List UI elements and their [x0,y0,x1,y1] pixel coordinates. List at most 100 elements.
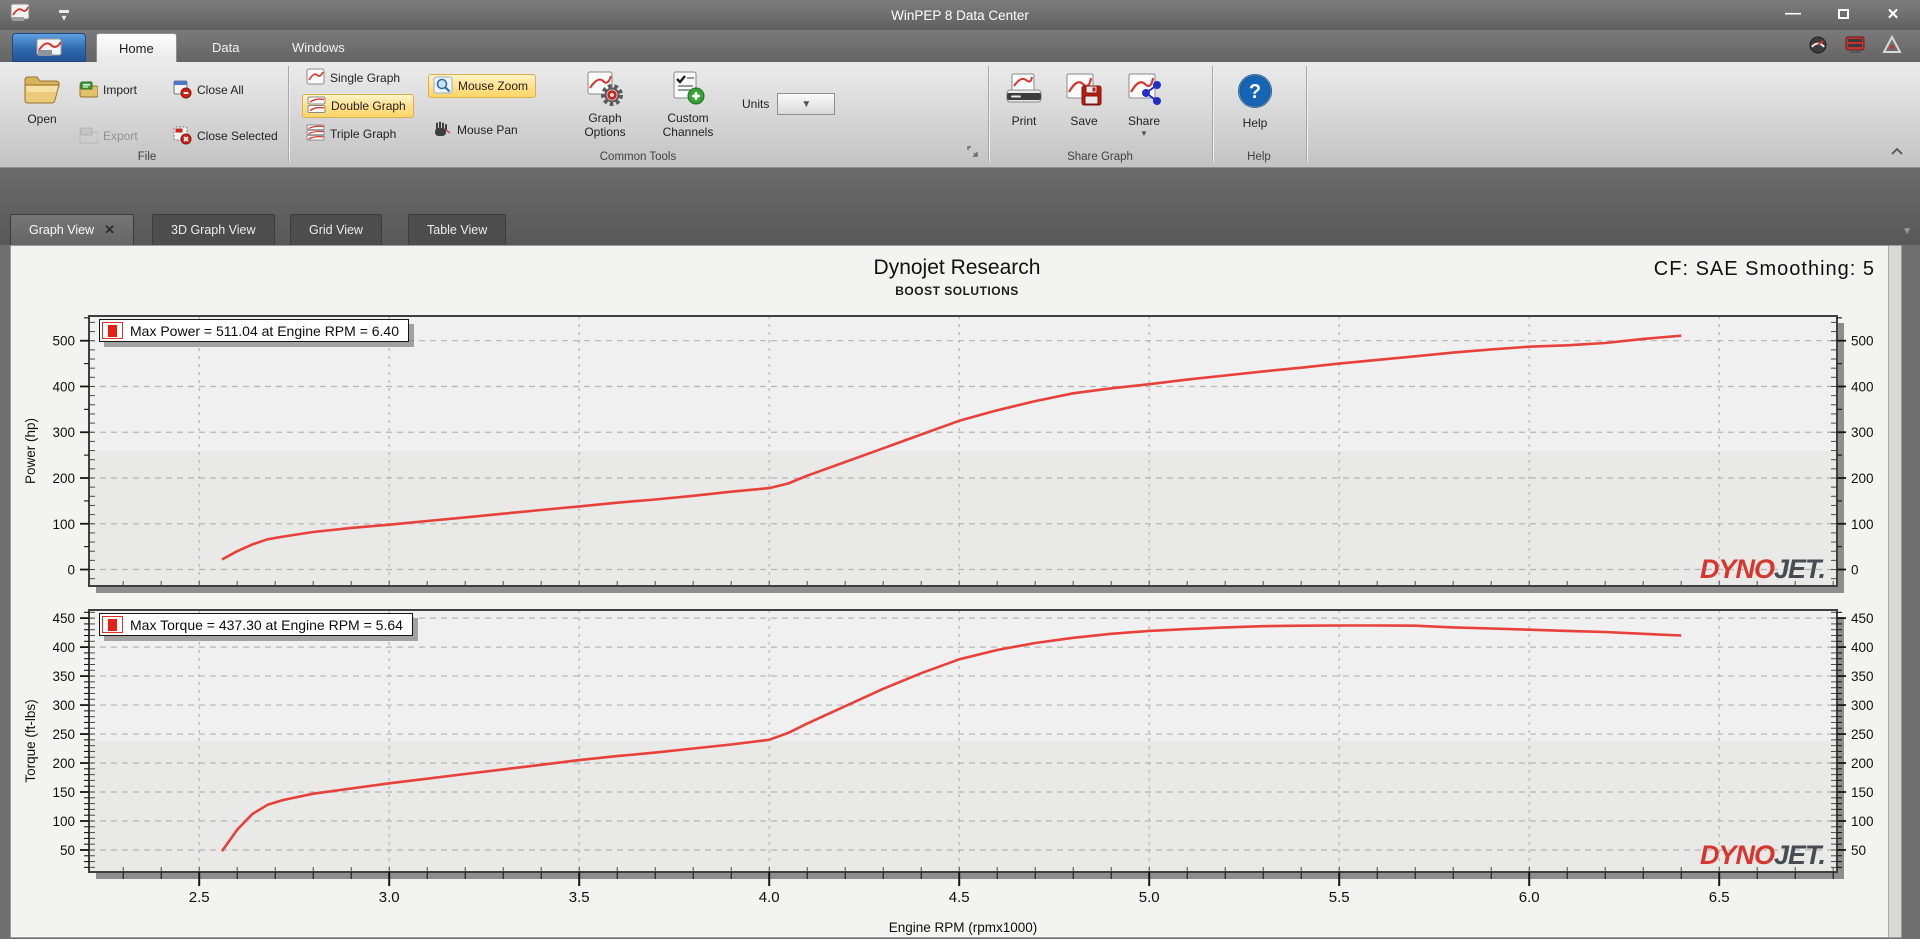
minimize-button[interactable]: — [1780,4,1806,24]
svg-text:450: 450 [52,611,75,626]
svg-text:400: 400 [52,640,75,655]
single-graph-icon [306,68,325,88]
print-button[interactable]: Print [998,68,1050,132]
svg-text:3.5: 3.5 [569,889,590,906]
device-icon[interactable] [1844,35,1866,60]
torque-legend-text: Max Torque = 437.30 at Engine RPM = 5.64 [130,617,403,633]
file-group-label: File [8,151,286,163]
tab-overflow-icon[interactable]: ▼ [1902,226,1912,237]
torque-legend[interactable]: Max Torque = 437.30 at Engine RPM = 5.64 [99,613,413,636]
help-icon: ? [1236,72,1274,113]
ribbon-collapse-icon[interactable] [1890,143,1904,161]
ribbon-tab-home[interactable]: Home [96,33,177,62]
svg-text:100: 100 [52,517,75,532]
window-title: WinPEP 8 Data Center [0,8,1920,23]
triple-graph-button[interactable]: Triple Graph [302,122,403,146]
save-icon [1064,72,1104,111]
units-label: Units [742,97,769,111]
close-all-icon [172,79,192,102]
close-button[interactable]: ✕ [1880,4,1906,24]
svg-text:500: 500 [1851,334,1874,349]
chart-subtitle: BOOST SOLUTIONS [11,284,1903,298]
ribbon-group-share-graph: Print Save Share ▼ Share Graph [990,62,1210,167]
mouse-pan-button[interactable]: Mouse Pan [428,118,525,142]
tab-table-view[interactable]: Table View [408,214,506,245]
gauge-icon[interactable] [1808,35,1828,60]
svg-text:50: 50 [1851,843,1866,858]
tab-3d-graph-view[interactable]: 3D Graph View [152,214,275,245]
power-chart[interactable]: DYNOJET.00100100200200300300400400500500… [11,308,1903,604]
correction-factor-label: CF: SAE Smoothing: 5 [1654,258,1875,281]
triple-graph-icon [306,124,325,144]
svg-text:4.0: 4.0 [759,889,780,906]
svg-text:300: 300 [52,425,75,440]
svg-text:100: 100 [52,814,75,829]
svg-text:300: 300 [1851,425,1874,440]
share-dropdown-arrow-icon: ▼ [1140,129,1148,138]
svg-text:5.5: 5.5 [1329,889,1350,906]
y-axis-title: Torque (ft-lbs) [23,699,38,782]
chart-title: Dynojet Research [11,256,1903,280]
double-graph-button[interactable]: Double Graph [302,94,414,118]
svg-text:3.0: 3.0 [379,889,400,906]
svg-text:150: 150 [52,785,75,800]
open-button[interactable]: Open [16,68,68,130]
svg-text:5.0: 5.0 [1139,889,1160,906]
single-graph-button[interactable]: Single Graph [302,66,407,90]
power-legend[interactable]: Max Power = 511.04 at Engine RPM = 6.40 [99,319,409,342]
maximize-button[interactable] [1830,4,1856,24]
ribbon: Open Import Export Close All Close Selec… [0,62,1920,168]
share-button[interactable]: Share ▼ [1118,68,1170,142]
custom-channels-button[interactable]: Custom Channels [650,66,726,144]
share-graph-group-label: Share Graph [990,151,1210,163]
common-tools-group-label: Common Tools [290,151,986,163]
units-dropdown[interactable]: ▼ [777,93,835,115]
dialog-launcher-icon[interactable] [967,144,978,162]
svg-text:150: 150 [1851,785,1874,800]
svg-text:300: 300 [1851,698,1874,713]
tab-graph-view[interactable]: Graph View ✕ [10,214,134,245]
tab-grid-view[interactable]: Grid View [290,214,382,245]
close-all-button[interactable]: Close All [168,78,251,102]
export-button[interactable]: Export [74,124,145,148]
graph-options-icon [586,70,624,109]
close-selected-button[interactable]: Close Selected [168,124,285,148]
graph-view-panel: Dynojet Research BOOST SOLUTIONS CF: SAE… [10,245,1902,938]
winpep-window: ▬▾ WinPEP 8 Data Center — ✕ Home Data Wi… [0,0,1920,938]
application-menu-button[interactable] [12,33,86,62]
torque-chart[interactable]: DYNOJET.50501001001501502002002502503003… [11,606,1903,939]
legend-swatch-icon [102,616,123,633]
svg-text:6.0: 6.0 [1519,889,1540,906]
dynojet-watermark: DYNOJET. [1700,840,1825,870]
svg-text:450: 450 [1851,611,1874,626]
svg-text:250: 250 [52,727,75,742]
graph-options-button[interactable]: Graph Options [570,66,640,144]
units-control: Units ▼ [738,92,842,116]
vertical-scrollbar[interactable] [1888,246,1901,937]
tab-close-icon[interactable]: ✕ [104,222,115,238]
import-button[interactable]: Import [74,78,144,102]
help-group-label: Help [1214,151,1304,163]
share-icon [1124,72,1164,111]
svg-text:0: 0 [1851,563,1859,578]
dynojet-logo-icon[interactable] [1882,35,1902,60]
x-axis-title: Engine RPM (rpmx1000) [889,920,1038,935]
legend-swatch-icon [102,322,123,339]
save-button[interactable]: Save [1058,68,1110,132]
chart-header: Dynojet Research BOOST SOLUTIONS CF: SAE… [11,250,1903,308]
power-legend-text: Max Power = 511.04 at Engine RPM = 6.40 [130,323,399,339]
svg-text:200: 200 [1851,471,1874,486]
svg-text:4.5: 4.5 [949,889,970,906]
help-button[interactable]: ? Help [1230,68,1280,134]
ribbon-tab-windows[interactable]: Windows [270,33,367,62]
mouse-zoom-button[interactable]: Mouse Zoom [428,74,536,98]
svg-text:6.5: 6.5 [1709,889,1730,906]
svg-text:350: 350 [52,669,75,684]
ribbon-tab-data[interactable]: Data [190,33,261,62]
dynojet-watermark: DYNOJET. [1700,554,1825,584]
double-graph-icon [307,96,326,116]
svg-text:100: 100 [1851,517,1874,532]
ribbon-group-common-tools: Single Graph Double Graph Triple Graph M… [290,62,986,167]
svg-text:400: 400 [1851,640,1874,655]
open-folder-icon [22,72,62,109]
